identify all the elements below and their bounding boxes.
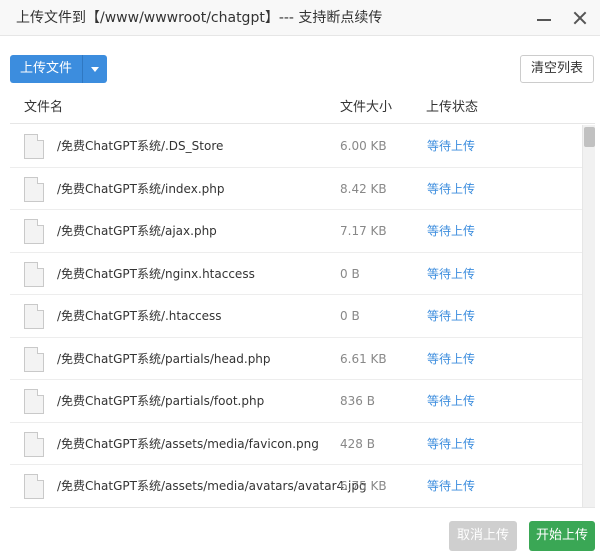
file-icon	[24, 474, 44, 499]
file-size: 836 B	[340, 394, 375, 408]
scrollbar[interactable]	[582, 125, 595, 507]
minimize-icon[interactable]	[534, 8, 554, 28]
table-row: /免费ChatGPT系统/assets/media/favicon.png 42…	[10, 423, 582, 465]
table-row: /免费ChatGPT系统/partials/head.php 6.61 KB 等…	[10, 338, 582, 380]
file-list: /免费ChatGPT系统/.DS_Store 6.00 KB 等待上传 /免费C…	[10, 125, 582, 507]
upload-file-button[interactable]: 上传文件	[10, 55, 84, 83]
table-row: /免费ChatGPT系统/assets/media/avatars/avatar…	[10, 465, 582, 507]
file-icon	[24, 134, 44, 159]
file-size: 6.75 KB	[340, 479, 387, 493]
table-row: /免费ChatGPT系统/.DS_Store 6.00 KB 等待上传	[10, 125, 582, 168]
table-row: /免费ChatGPT系统/nginx.htaccess 0 B 等待上传	[10, 253, 582, 295]
dialog-titlebar: 上传文件到【/www/wwwroot/chatgpt】--- 支持断点续传	[0, 0, 600, 36]
clear-list-button[interactable]: 清空列表	[519, 55, 594, 83]
file-name: /免费ChatGPT系统/index.php	[57, 181, 225, 196]
file-size: 0 B	[340, 309, 360, 323]
table-header: 文件名 文件大小 上传状态	[10, 92, 595, 124]
file-size: 0 B	[340, 266, 360, 281]
upload-status[interactable]: 等待上传	[427, 253, 475, 295]
file-name: /免费ChatGPT系统/ajax.php	[57, 224, 217, 238]
file-icon	[24, 346, 44, 372]
upload-status[interactable]: 等待上传	[427, 465, 475, 507]
upload-status[interactable]: 等待上传	[427, 210, 475, 252]
column-header-status: 上传状态	[426, 100, 479, 115]
upload-status[interactable]: 等待上传	[427, 423, 475, 465]
file-icon	[24, 261, 44, 287]
file-name: /免费ChatGPT系统/nginx.htaccess	[57, 266, 255, 281]
column-header-size: 文件大小	[340, 100, 393, 115]
column-header-name: 文件名	[24, 100, 64, 115]
file-name: /免费ChatGPT系统/assets/media/avatars/avatar…	[57, 479, 367, 493]
file-name: /免费ChatGPT系统/partials/head.php	[57, 351, 271, 366]
file-icon	[24, 304, 44, 329]
file-name: /免费ChatGPT系统/partials/foot.php	[57, 394, 265, 408]
upload-status[interactable]: 等待上传	[427, 295, 475, 337]
file-icon	[24, 389, 44, 414]
table-row: /免费ChatGPT系统/index.php 8.42 KB 等待上传	[10, 168, 582, 210]
chevron-down-icon[interactable]	[83, 55, 108, 83]
file-icon	[24, 176, 44, 202]
upload-file-split-button: 上传文件	[10, 55, 108, 83]
file-size: 8.42 KB	[340, 181, 387, 196]
file-size: 7.17 KB	[340, 224, 387, 238]
close-icon[interactable]	[570, 8, 590, 28]
file-size: 428 B	[340, 436, 375, 451]
file-name: /免费ChatGPT系统/.htaccess	[57, 309, 222, 323]
footer-divider	[10, 507, 595, 508]
table-row: /免费ChatGPT系统/ajax.php 7.17 KB 等待上传	[10, 210, 582, 253]
upload-status[interactable]: 等待上传	[427, 338, 475, 380]
start-upload-button[interactable]: 开始上传	[529, 521, 595, 551]
file-icon	[24, 219, 44, 244]
dialog-title: 上传文件到【/www/wwwroot/chatgpt】--- 支持断点续传	[16, 10, 383, 26]
file-name: /免费ChatGPT系统/assets/media/favicon.png	[57, 436, 319, 451]
cancel-upload-button[interactable]: 取消上传	[449, 521, 517, 551]
file-name: /免费ChatGPT系统/.DS_Store	[57, 139, 224, 153]
file-icon	[24, 431, 44, 457]
upload-status[interactable]: 等待上传	[427, 380, 475, 422]
file-size: 6.00 KB	[340, 139, 387, 153]
scrollbar-thumb[interactable]	[584, 127, 595, 147]
upload-status[interactable]: 等待上传	[427, 168, 475, 210]
file-size: 6.61 KB	[340, 351, 387, 366]
table-row: /免费ChatGPT系统/.htaccess 0 B 等待上传	[10, 295, 582, 338]
upload-status[interactable]: 等待上传	[427, 125, 475, 167]
table-row: /免费ChatGPT系统/partials/foot.php 836 B 等待上…	[10, 380, 582, 423]
